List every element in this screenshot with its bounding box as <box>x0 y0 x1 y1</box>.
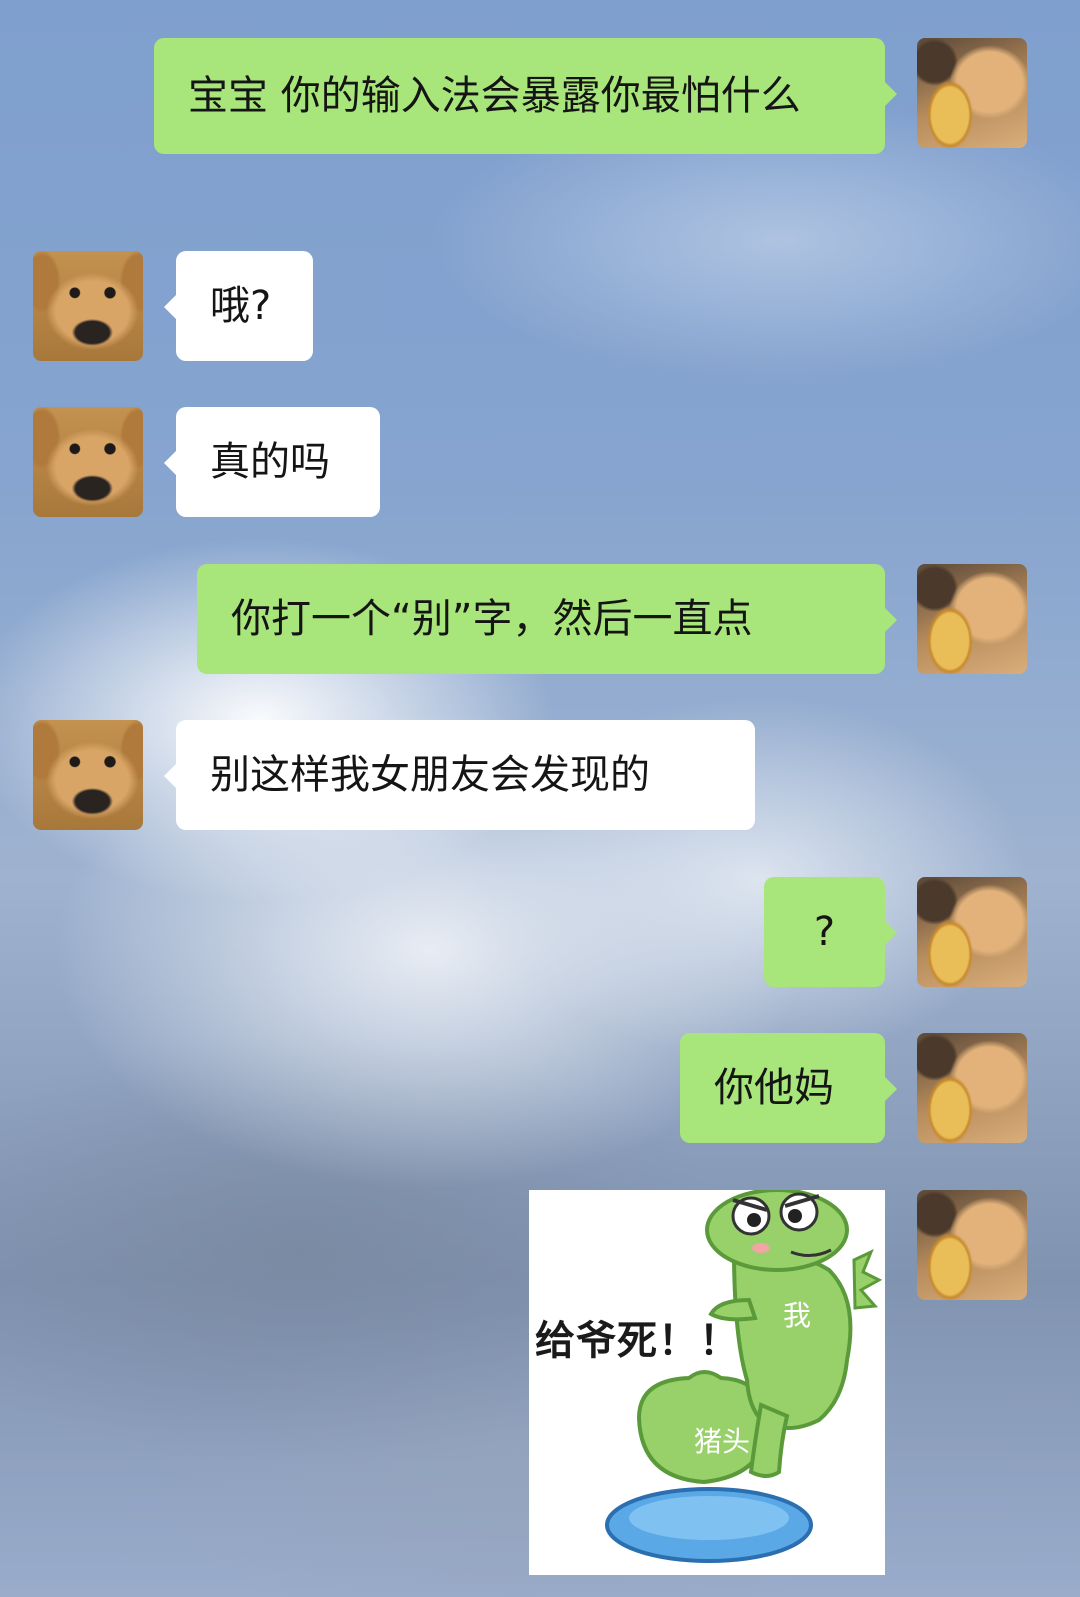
my-avatar[interactable] <box>917 1033 1027 1143</box>
sticker-label-me: 我 <box>783 1299 812 1332</box>
frog-sticker-icon <box>605 1190 883 1563</box>
message-bubble-outgoing[interactable]: 你打一个“别”字，然后一直点 <box>197 564 897 674</box>
message-text: 哦? <box>210 283 272 329</box>
message-bubble-outgoing[interactable]: 你他妈 <box>680 1033 897 1143</box>
my-avatar[interactable] <box>917 877 1027 987</box>
my-avatar[interactable] <box>917 38 1027 148</box>
my-avatar[interactable] <box>917 1190 1027 1300</box>
message-bubble-incoming[interactable]: 真的吗 <box>164 407 380 517</box>
sticker-label-pig: 猪头 <box>694 1425 751 1458</box>
message-bubble-incoming[interactable]: 哦? <box>164 251 313 361</box>
sticker-message[interactable]: 给爷死！！ 我 猪头 <box>529 1190 885 1575</box>
message-text: 你打一个“别”字，然后一直点 <box>231 596 753 642</box>
contact-avatar[interactable] <box>33 251 143 361</box>
message-bubble-outgoing[interactable]: ? <box>764 877 897 987</box>
message-bubble-incoming[interactable]: 别这样我女朋友会发现的 <box>164 720 755 830</box>
sticker-caption: 给爷死！！ <box>535 1318 740 1364</box>
message-text: 宝宝 你的输入法会暴露你最怕什么 <box>188 73 801 119</box>
message-text: ? <box>813 909 836 955</box>
message-text: 真的吗 <box>210 439 330 485</box>
message-bubble-outgoing[interactable]: 宝宝 你的输入法会暴露你最怕什么 <box>154 38 897 154</box>
contact-avatar[interactable] <box>33 720 143 830</box>
message-text: 别这样我女朋友会发现的 <box>210 752 650 798</box>
message-text: 你他妈 <box>714 1065 834 1111</box>
contact-avatar[interactable] <box>33 407 143 517</box>
my-avatar[interactable] <box>917 564 1027 674</box>
